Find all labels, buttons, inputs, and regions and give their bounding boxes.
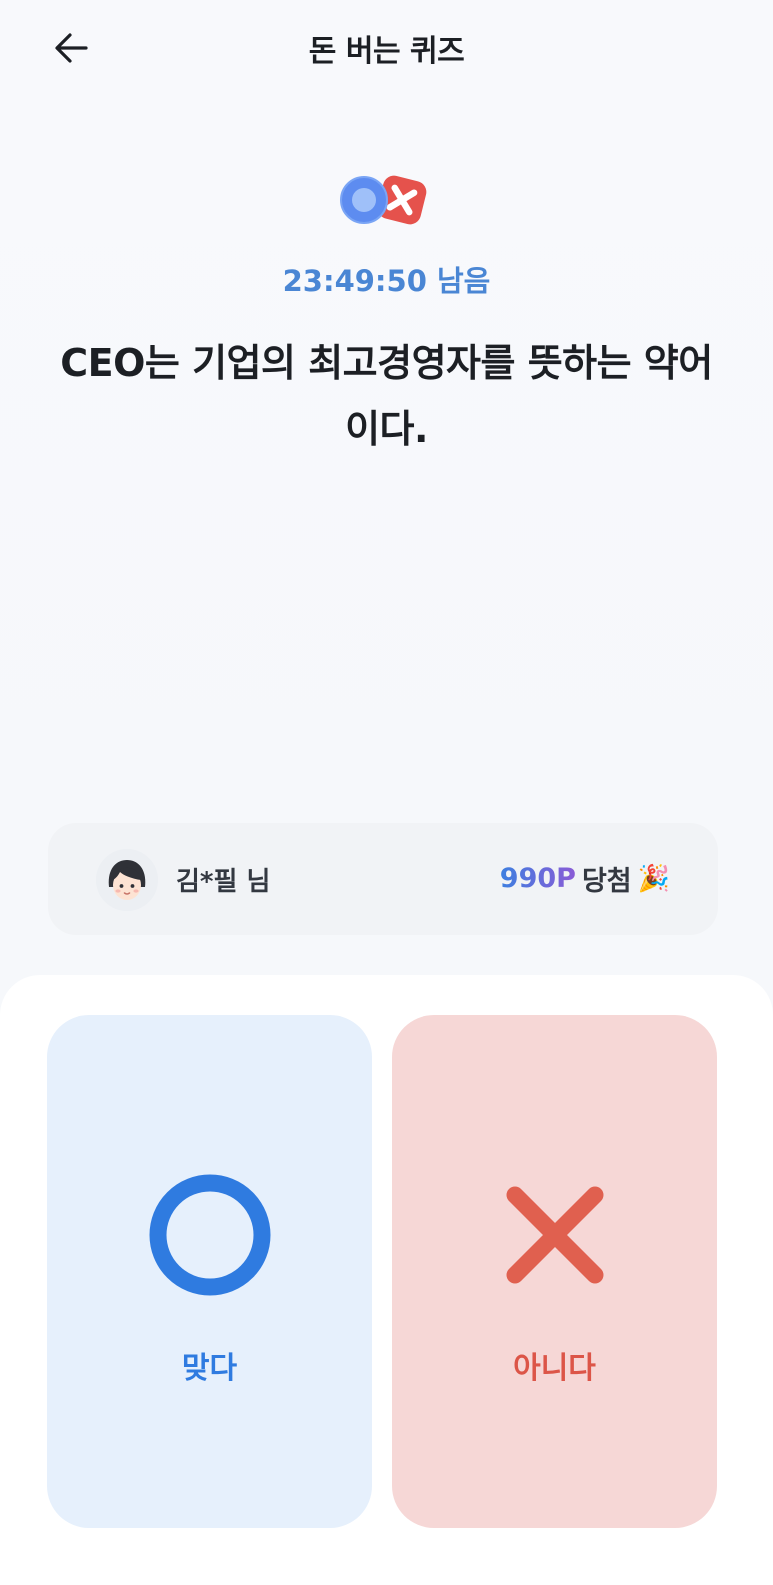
countdown-timer: 23:49:50 남음 — [282, 264, 491, 298]
ox-logo-icon — [336, 170, 436, 234]
cross-x-icon — [506, 1186, 603, 1284]
page-title: 돈 버는 퀴즈 — [308, 34, 465, 69]
recent-winner-card: 김*필 님 990P 당첨 🎉 — [48, 823, 718, 935]
prize-label: 당첨 — [581, 866, 632, 897]
user-avatar-icon — [96, 849, 158, 911]
winner-prize: 990P 당첨 🎉 — [500, 859, 670, 898]
answer-sheet: 맞다 아니다 — [0, 975, 773, 1585]
circle-o-icon — [149, 1174, 270, 1296]
top-bar: 돈 버는 퀴즈 — [0, 0, 773, 96]
quiz-question: CEO는 기업의 최고경영자를 뜻하는 약어이다. — [60, 341, 713, 451]
answer-false-label: 아니다 — [513, 1351, 596, 1386]
prize-points: 990P — [499, 863, 576, 894]
party-popper-icon: 🎉 — [637, 863, 670, 894]
answer-true-label: 맞다 — [181, 1351, 238, 1386]
winner-name: 김*필 님 — [176, 867, 271, 897]
answer-true-button[interactable]: 맞다 — [47, 1015, 372, 1528]
answer-false-button[interactable]: 아니다 — [392, 1015, 717, 1528]
